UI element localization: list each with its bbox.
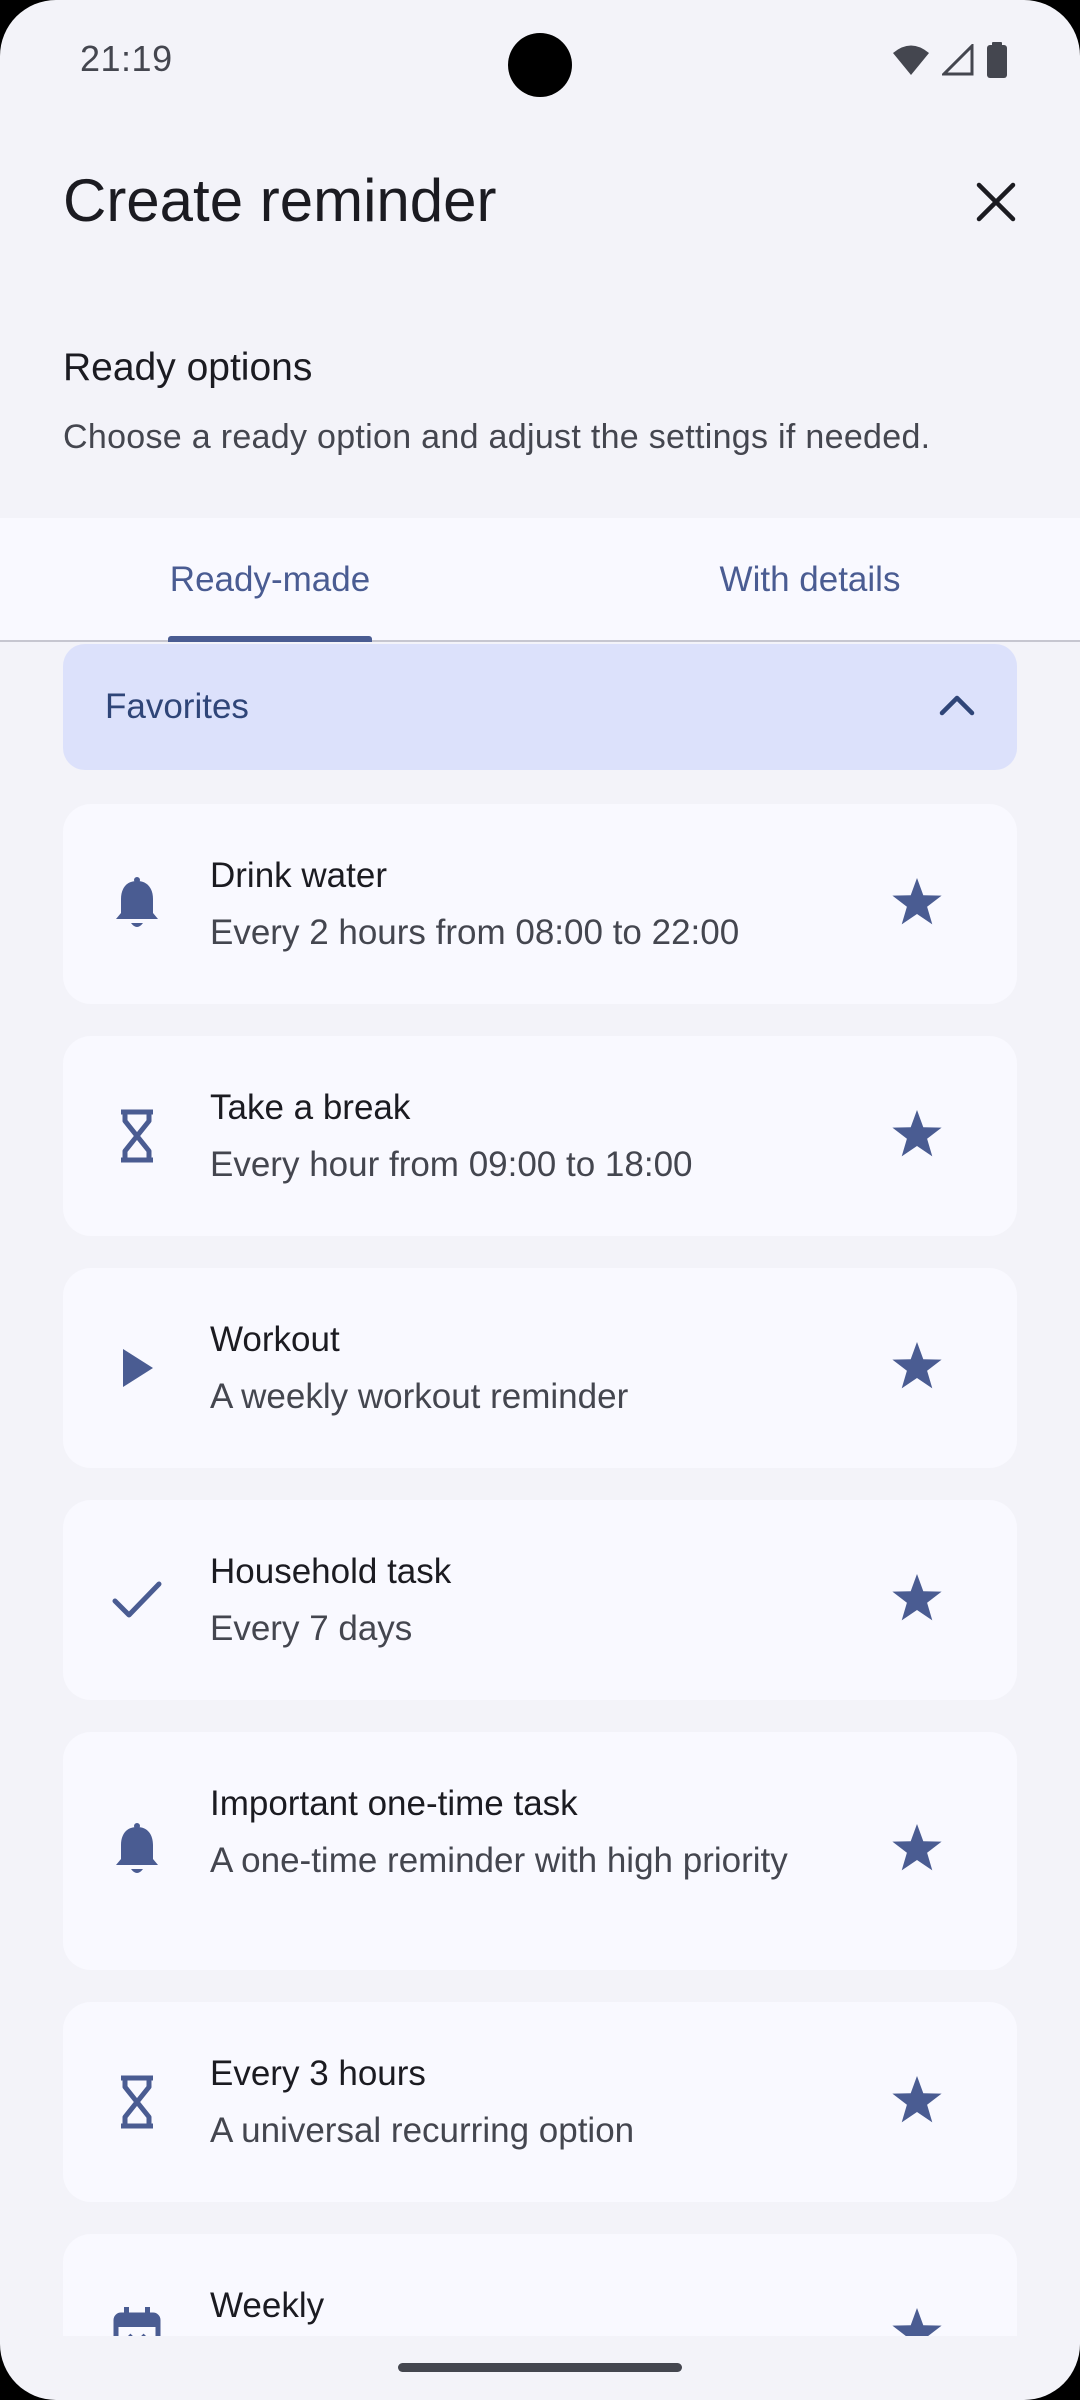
star-filled-icon xyxy=(891,2307,943,2336)
bell-icon xyxy=(107,1820,167,1880)
favorite-toggle[interactable] xyxy=(877,2062,957,2142)
item-subtitle: Every 2 hours from 08:00 to 22:00 xyxy=(210,913,740,952)
ready-options-list[interactable]: Favorites Drink water Every 2 hours from… xyxy=(0,644,1080,2336)
section-subtitle: Choose a ready option and adjust the set… xyxy=(63,418,931,456)
item-title: Take a break xyxy=(210,1088,411,1127)
hourglass-icon xyxy=(107,1106,167,1166)
star-filled-icon xyxy=(891,1823,943,1878)
chevron-up-icon xyxy=(939,694,975,721)
wifi-icon xyxy=(892,44,930,81)
list-item-drink-water[interactable]: Drink water Every 2 hours from 08:00 to … xyxy=(63,804,1017,1004)
list-item-weekly[interactable]: Weekly xyxy=(63,2234,1017,2336)
star-filled-icon xyxy=(891,1573,943,1628)
item-title: Every 3 hours xyxy=(210,2054,426,2093)
item-subtitle: A one-time reminder with high priority xyxy=(210,1841,788,1880)
item-title: Weekly xyxy=(210,2286,325,2325)
star-filled-icon xyxy=(891,877,943,932)
item-subtitle: Every hour from 09:00 to 18:00 xyxy=(210,1145,693,1184)
camera-cutout xyxy=(508,33,572,97)
calendar-icon xyxy=(107,2304,167,2336)
list-item-workout[interactable]: Workout A weekly workout reminder xyxy=(63,1268,1017,1468)
favorite-toggle[interactable] xyxy=(877,864,957,944)
item-subtitle: A universal recurring option xyxy=(210,2111,635,2150)
favorite-toggle[interactable] xyxy=(877,2294,957,2336)
favorite-toggle[interactable] xyxy=(877,1560,957,1640)
star-filled-icon xyxy=(891,1109,943,1164)
check-icon xyxy=(107,1570,167,1630)
list-item-every-3-hours[interactable]: Every 3 hours A universal recurring opti… xyxy=(63,2002,1017,2202)
page-title: Create reminder xyxy=(63,167,497,234)
favorite-toggle[interactable] xyxy=(877,1810,957,1890)
hourglass-icon xyxy=(107,2072,167,2132)
favorite-toggle[interactable] xyxy=(877,1328,957,1408)
item-subtitle: A weekly workout reminder xyxy=(210,1377,629,1416)
battery-icon xyxy=(986,42,1008,83)
item-subtitle: Every 7 days xyxy=(210,1609,413,1648)
bell-icon xyxy=(107,874,167,934)
tab-with-details[interactable]: With details xyxy=(540,518,1080,642)
item-title: Household task xyxy=(210,1552,452,1591)
section-title: Ready options xyxy=(63,346,313,389)
cellular-signal-icon xyxy=(940,42,974,81)
home-indicator[interactable] xyxy=(398,2363,682,2372)
close-button[interactable] xyxy=(960,168,1032,240)
favorite-toggle[interactable] xyxy=(877,1096,957,1176)
close-icon xyxy=(976,182,1016,227)
star-filled-icon xyxy=(891,1341,943,1396)
item-title: Drink water xyxy=(210,856,387,895)
favorites-section-header[interactable]: Favorites xyxy=(63,644,1017,770)
tab-indicator xyxy=(168,636,372,642)
screen: 21:19 Create reminder Ready options Choo… xyxy=(0,0,1080,2400)
tab-bar: Ready-made With details xyxy=(0,518,1080,642)
tab-ready-made[interactable]: Ready-made xyxy=(0,518,540,642)
status-bar: 21:19 xyxy=(0,0,1080,120)
play-icon xyxy=(107,1338,167,1398)
favorites-label: Favorites xyxy=(105,687,249,726)
item-title: Important one-time task xyxy=(210,1784,578,1823)
star-filled-icon xyxy=(891,2075,943,2130)
status-time: 21:19 xyxy=(80,38,173,79)
list-item-take-a-break[interactable]: Take a break Every hour from 09:00 to 18… xyxy=(63,1036,1017,1236)
status-icons xyxy=(892,42,1008,83)
list-item-household-task[interactable]: Household task Every 7 days xyxy=(63,1500,1017,1700)
item-title: Workout xyxy=(210,1320,340,1359)
list-item-important-one-time-task[interactable]: Important one-time task A one-time remin… xyxy=(63,1732,1017,1970)
